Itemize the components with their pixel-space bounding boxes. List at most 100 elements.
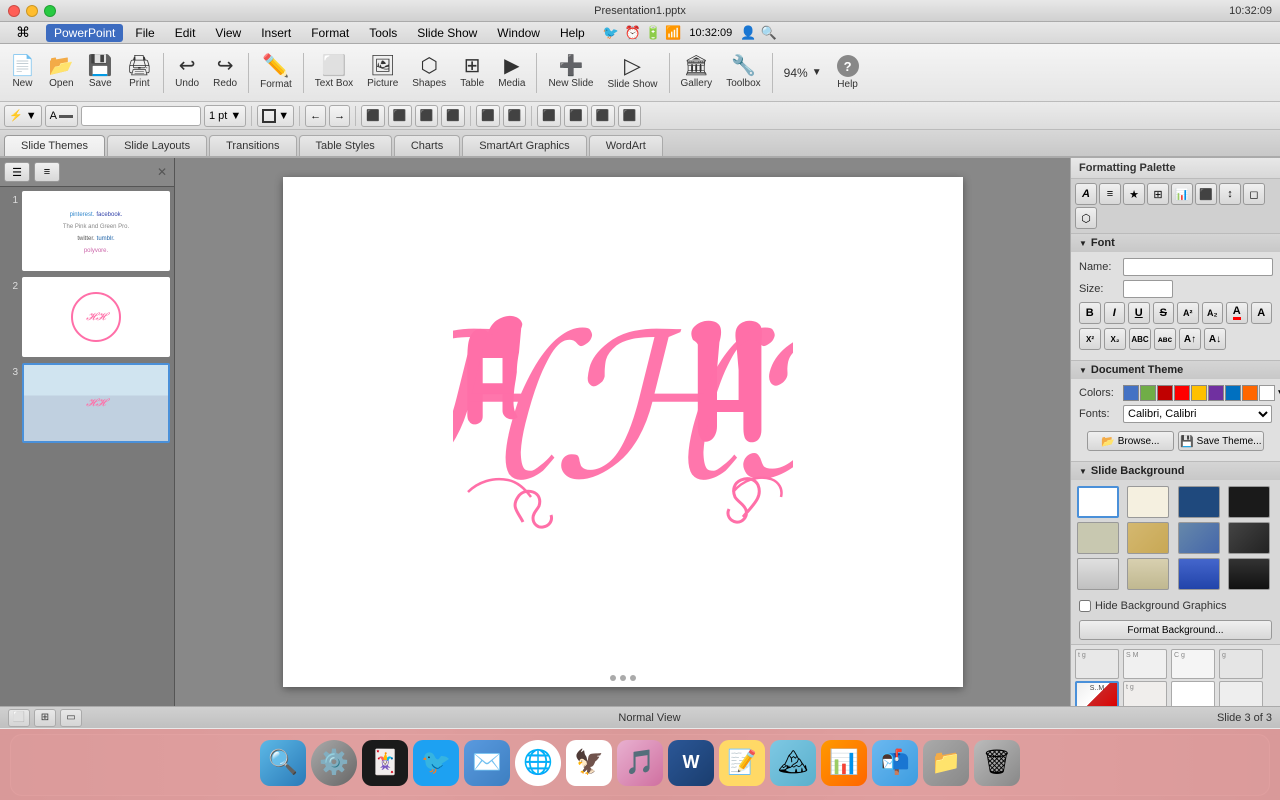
apple-menu[interactable]: ⌘ xyxy=(8,22,38,43)
slide-3-thumbnail[interactable]: 𝓗𝓗 xyxy=(22,363,170,443)
bg-light-gray[interactable] xyxy=(1077,558,1119,590)
dock-solitaire[interactable]: 🃏 xyxy=(362,740,408,786)
gallery-button[interactable]: 🏛 Gallery xyxy=(675,52,719,93)
bold-button[interactable]: B xyxy=(1079,302,1101,324)
help-button[interactable]: ? Help xyxy=(830,51,866,94)
swatch-orange[interactable] xyxy=(1242,385,1258,401)
increase-font-btn[interactable]: A↑ xyxy=(1179,328,1201,350)
bg-dark-grad[interactable] xyxy=(1228,522,1270,554)
slide-2-thumbnail[interactable]: 𝓗𝓗 xyxy=(22,277,170,357)
slide-show-button[interactable]: ▷ Slide Show xyxy=(601,51,663,94)
palette-tool-size[interactable]: ↕ xyxy=(1219,183,1241,205)
tab-slide-themes[interactable]: Slide Themes xyxy=(4,135,105,156)
distribute-h-btn[interactable]: ⬛ xyxy=(476,105,500,127)
slide-3-item[interactable]: 3 𝓗𝓗 xyxy=(4,363,170,443)
maximize-button[interactable] xyxy=(44,5,56,17)
dock-folder[interactable]: 📁 xyxy=(923,740,969,786)
print-button[interactable]: 🖨 Print xyxy=(121,52,158,93)
font-size-btn[interactable]: 1 pt ▼ xyxy=(204,105,246,127)
ungroup-btn[interactable]: ⬛ xyxy=(564,105,588,127)
bg-dark-blue[interactable] xyxy=(1178,486,1220,518)
close-button[interactable] xyxy=(8,5,20,17)
save-button[interactable]: 💾 Save xyxy=(82,52,119,93)
dock-trash[interactable]: 🗑 xyxy=(974,740,1020,786)
document-theme-header[interactable]: ▼ Document Theme xyxy=(1071,361,1280,379)
bg-gold[interactable] xyxy=(1127,522,1169,554)
normal-view-btn[interactable]: ⬜ xyxy=(8,709,30,727)
bg-cream[interactable] xyxy=(1127,486,1169,518)
menu-edit[interactable]: Edit xyxy=(167,24,204,42)
open-button[interactable]: 📂 Open xyxy=(43,52,80,93)
dock-system-prefs[interactable]: ⚙️ xyxy=(311,740,357,786)
dock-word[interactable]: W xyxy=(668,740,714,786)
tab-slide-layouts[interactable]: Slide Layouts xyxy=(107,135,207,156)
dock-stickies[interactable]: 📝 xyxy=(719,740,765,786)
textbox-button[interactable]: ⬜ Text Box xyxy=(309,52,359,93)
outline-view-btn[interactable]: ≡ xyxy=(34,162,60,182)
swatch-blue[interactable] xyxy=(1123,385,1139,401)
dock-mail-express[interactable]: ✉️ xyxy=(464,740,510,786)
arrow-right-btn[interactable]: → xyxy=(329,105,350,127)
palette-tool-chart[interactable]: 📊 xyxy=(1171,183,1193,205)
palette-tool-shape[interactable]: ⬡ xyxy=(1075,207,1097,229)
align-center-btn[interactable]: ⬛ xyxy=(388,105,412,127)
save-theme-button[interactable]: 💾 Save Theme... xyxy=(1178,431,1265,451)
dock-preview[interactable]: 🏔 xyxy=(770,740,816,786)
font-name-input[interactable] xyxy=(81,106,201,126)
bg-black[interactable] xyxy=(1228,486,1270,518)
order-front-btn[interactable]: ⬛ xyxy=(591,105,615,127)
underline-button[interactable]: U xyxy=(1128,302,1150,324)
font-size-field[interactable] xyxy=(1123,280,1173,298)
slide-1-item[interactable]: 1 pinterest. facebook. The Pink and Gree… xyxy=(4,191,170,271)
highlight-button[interactable]: A xyxy=(1251,302,1273,324)
dock-mail[interactable]: 📬 xyxy=(872,740,918,786)
format-style-btn[interactable]: ⚡ ▼ xyxy=(4,105,42,127)
toolbox-button[interactable]: 🔧 Toolbox xyxy=(720,52,766,93)
undo-button[interactable]: ↩ Undo xyxy=(169,52,205,93)
menu-view[interactable]: View xyxy=(207,24,249,42)
arrow-left-btn[interactable]: ← xyxy=(305,105,326,127)
slide-2-item[interactable]: 2 𝓗𝓗 xyxy=(4,277,170,357)
palette-tool-align[interactable]: ⬛ xyxy=(1195,183,1217,205)
bg-white[interactable] xyxy=(1077,486,1119,518)
grid-view-btn[interactable]: ⊞ xyxy=(34,709,56,727)
hide-bg-checkbox[interactable] xyxy=(1079,600,1091,612)
bg-near-black[interactable] xyxy=(1228,558,1270,590)
dock-photos[interactable]: 🦅 xyxy=(566,740,612,786)
menu-window[interactable]: Window xyxy=(489,24,548,42)
dock-finder[interactable]: 🔍 xyxy=(260,740,306,786)
panel-close-btn[interactable]: ✕ xyxy=(154,164,170,180)
format-background-button[interactable]: Format Background... xyxy=(1079,620,1272,640)
theme-thumb-8[interactable] xyxy=(1219,681,1263,706)
theme-thumb-4[interactable]: g xyxy=(1219,649,1263,679)
align-left-btn[interactable]: ⬛ xyxy=(361,105,385,127)
menu-slideshow[interactable]: Slide Show xyxy=(409,24,485,42)
palette-tool-grid[interactable]: ⊞ xyxy=(1147,183,1169,205)
tab-table-styles[interactable]: Table Styles xyxy=(299,135,392,156)
group-btn[interactable]: ⬛ xyxy=(537,105,561,127)
swatch-yellow[interactable] xyxy=(1191,385,1207,401)
bg-warm-gray[interactable] xyxy=(1127,558,1169,590)
swatch-sky-blue[interactable] xyxy=(1225,385,1241,401)
palette-tool-text[interactable]: A xyxy=(1075,183,1097,205)
new-slide-button[interactable]: ➕ New Slide xyxy=(542,52,599,93)
picture-button[interactable]: 🖼 Picture xyxy=(361,52,404,93)
superscript-btn2[interactable]: X² xyxy=(1079,328,1101,350)
colors-dropdown[interactable]: ▼ xyxy=(1276,388,1280,399)
dock-itunes[interactable]: 🎵 xyxy=(617,740,663,786)
tab-smartart[interactable]: SmartArt Graphics xyxy=(462,135,586,156)
distribute-v-btn[interactable]: ⬛ xyxy=(503,105,527,127)
font-color-button[interactable]: A xyxy=(1226,302,1248,324)
align-right-btn[interactable]: ⬛ xyxy=(415,105,439,127)
menu-powerpoint[interactable]: PowerPoint xyxy=(46,24,123,42)
theme-thumb-1[interactable]: t g xyxy=(1075,649,1119,679)
fonts-select[interactable]: Calibri, Calibri xyxy=(1123,405,1272,423)
browse-button[interactable]: 📂 Browse... xyxy=(1087,431,1174,451)
bg-tan[interactable] xyxy=(1077,522,1119,554)
theme-thumb-3[interactable]: C g xyxy=(1171,649,1215,679)
tab-transitions[interactable]: Transitions xyxy=(209,135,296,156)
font-section-header[interactable]: ▼ Font xyxy=(1071,234,1280,252)
zoom-control[interactable]: 94% ▼ xyxy=(778,62,828,84)
italic-button[interactable]: I xyxy=(1104,302,1126,324)
menu-insert[interactable]: Insert xyxy=(253,24,299,42)
